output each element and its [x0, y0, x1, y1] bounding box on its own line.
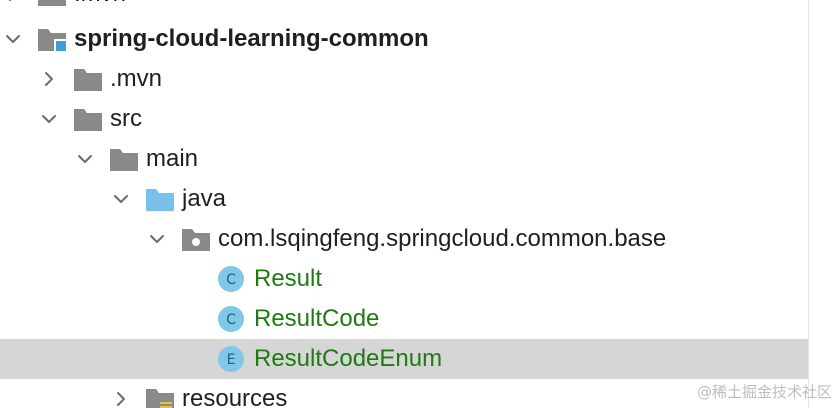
chevron-down-icon[interactable] [2, 19, 24, 59]
source-folder-icon [144, 185, 176, 213]
main-folder-label: main [146, 145, 199, 172]
project-tree: .mvn spring-cloud-learning-common .mvn [0, 0, 808, 408]
resources-folder-icon [144, 385, 176, 408]
folder-icon [36, 0, 68, 8]
java-folder-label: java [182, 185, 227, 212]
module-folder-icon [36, 25, 68, 53]
class-icon-letter: C [226, 312, 236, 328]
enum-icon-letter: E [227, 352, 236, 368]
chevron-right-icon[interactable] [110, 379, 132, 408]
scrollbar-track[interactable] [808, 0, 809, 408]
tree-row-java[interactable]: java [0, 179, 808, 219]
class-icon: C [216, 265, 248, 293]
chevron-right-icon[interactable] [38, 59, 60, 99]
tree-row-resultcode[interactable]: C ResultCode [0, 299, 808, 339]
class-icon: C [216, 305, 248, 333]
watermark: @稀土掘金技术社区 [696, 383, 832, 401]
chevron-down-icon[interactable] [38, 99, 60, 139]
chevron-down-icon[interactable] [146, 219, 168, 259]
folder-icon [108, 145, 140, 173]
enum-icon: E [216, 345, 248, 373]
tree-row-resultcodeenum[interactable]: E ResultCodeEnum [0, 339, 808, 379]
tree-row-module[interactable]: spring-cloud-learning-common [0, 19, 808, 59]
class-resultcode-label: ResultCode [254, 305, 380, 332]
module-label: spring-cloud-learning-common [74, 25, 429, 52]
folder-icon [72, 105, 104, 133]
chevron-down-icon[interactable] [110, 179, 132, 219]
folder-icon [72, 65, 104, 93]
tree-row-label: .mvn [74, 0, 126, 14]
enum-resultcodeenum-label: ResultCodeEnum [254, 345, 443, 372]
tree-row-result[interactable]: C Result [0, 259, 808, 299]
tree-row-mvn[interactable]: .mvn [0, 59, 808, 99]
tree-row-main[interactable]: main [0, 139, 808, 179]
tree-row-package[interactable]: com.lsqingfeng.springcloud.common.base [0, 219, 808, 259]
resources-folder-label: resources [182, 385, 288, 408]
tree-row-partial-mvn[interactable]: .mvn [0, 0, 808, 14]
chevron-down-icon[interactable] [74, 139, 96, 179]
class-result-label: Result [254, 265, 323, 292]
package-icon [180, 225, 212, 253]
package-label: com.lsqingfeng.springcloud.common.base [218, 225, 667, 252]
chevron-right-icon[interactable] [2, 0, 24, 14]
class-icon-letter: C [226, 272, 236, 288]
src-folder-label: src [110, 105, 142, 132]
mvn-folder-label: .mvn [110, 65, 163, 92]
tree-row-src[interactable]: src [0, 99, 808, 139]
tree-row-resources[interactable]: resources [0, 379, 808, 408]
